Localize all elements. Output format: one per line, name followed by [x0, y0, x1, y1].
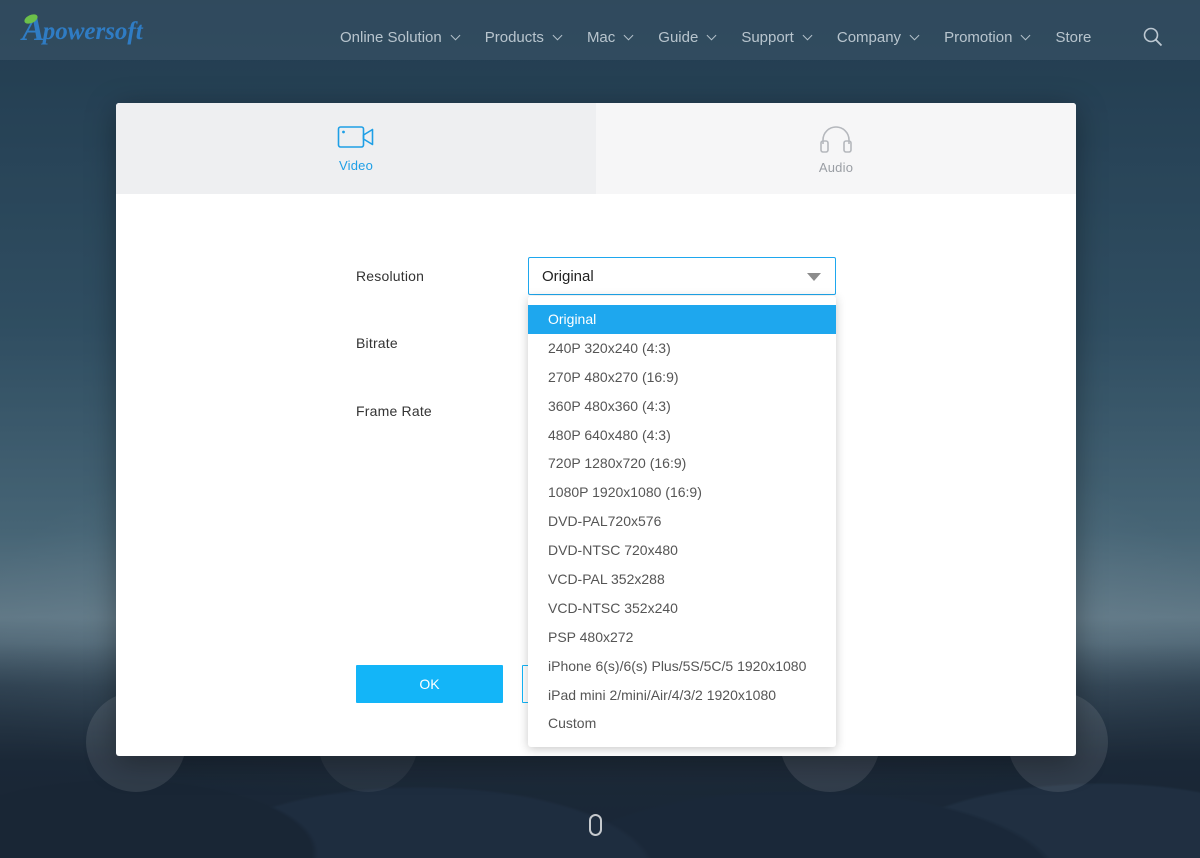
resolution-select[interactable]: Original [528, 257, 836, 295]
nav-item-label: Guide [658, 28, 699, 46]
apowersoft-logo[interactable]: A powersoft [22, 10, 143, 50]
nav-item-label: Promotion [944, 28, 1013, 46]
dropdown-option[interactable]: iPhone 6(s)/6(s) Plus/5S/5C/5 1920x1080 [528, 652, 836, 681]
tab-label: Video [338, 158, 373, 173]
nav-item-store[interactable]: Store [1055, 29, 1091, 46]
nav-item-guide[interactable]: Guide [658, 28, 717, 46]
nav-item-company[interactable]: Company [836, 28, 920, 46]
resolution-select-value: Original [542, 267, 594, 285]
chevron-down-icon [450, 30, 461, 40]
chevron-down-icon [909, 30, 920, 40]
logo-mark: A [22, 11, 45, 48]
nav-item-mac[interactable]: Mac [586, 28, 634, 46]
dropdown-option[interactable]: 270P 480x270 (16:9) [528, 363, 836, 392]
search-icon[interactable] [1143, 27, 1163, 47]
nav-item-label: Company [836, 28, 902, 46]
dropdown-option[interactable]: iPad mini 2/mini/Air/4/3/2 1920x1080 [528, 681, 836, 710]
dropdown-option[interactable]: Custom [528, 709, 836, 738]
tab-audio[interactable]: Audio [596, 103, 1076, 194]
bitrate-label: Bitrate [356, 335, 398, 351]
dropdown-option[interactable]: VCD-PAL 352x288 [528, 565, 836, 594]
chevron-down-icon [802, 30, 813, 40]
dropdown-option[interactable]: 720P 1280x720 (16:9) [528, 449, 836, 478]
chevron-down-icon [552, 30, 563, 40]
nav-item-support[interactable]: Support [741, 28, 813, 46]
nav-item-products[interactable]: Products [484, 28, 563, 46]
top-navigation-bar: A powersoft Online Solution Products Mac… [0, 0, 1200, 60]
nav-item-label: Products [484, 28, 544, 46]
nav-item-online-solution[interactable]: Online Solution [340, 28, 461, 46]
tab-label: Audio [818, 160, 854, 175]
logo-text: powersoft [42, 18, 143, 45]
tab-video[interactable]: Video [116, 103, 596, 194]
modal-tabs: Video Audio [116, 103, 1076, 194]
dropdown-option[interactable]: PSP 480x272 [528, 623, 836, 652]
dropdown-option[interactable]: Original [528, 305, 836, 334]
dropdown-option[interactable]: DVD-PAL720x576 [528, 507, 836, 536]
resolution-label: Resolution [356, 268, 425, 284]
dropdown-option[interactable]: 1080P 1920x1080 (16:9) [528, 478, 836, 507]
dropdown-option[interactable]: 480P 640x480 (4:3) [528, 421, 836, 450]
chevron-down-icon [623, 30, 634, 40]
dropdown-option[interactable]: DVD-NTSC 720x480 [528, 536, 836, 565]
nav-item-label: Support [741, 28, 794, 46]
nav-item-label: Store [1055, 28, 1092, 46]
nav-item-promotion[interactable]: Promotion [944, 28, 1031, 46]
caret-down-icon [807, 273, 821, 281]
video-camera-icon [337, 126, 374, 148]
ok-button[interactable]: OK [356, 665, 503, 703]
headphones-icon [820, 126, 852, 153]
resolution-dropdown-list: Original 240P 320x240 (4:3) 270P 480x270… [528, 296, 836, 747]
frame-rate-label: Frame Rate [356, 403, 432, 419]
chevron-down-icon [1020, 30, 1031, 40]
scroll-down-icon[interactable] [589, 814, 602, 836]
main-nav: Online Solution Products Mac Guide Suppo… [340, 0, 1117, 74]
chevron-down-icon [706, 30, 717, 40]
nav-item-label: Online Solution [340, 28, 442, 46]
dropdown-option[interactable]: VCD-NTSC 352x240 [528, 594, 836, 623]
dropdown-option[interactable]: 240P 320x240 (4:3) [528, 334, 836, 363]
nav-item-label: Mac [586, 28, 616, 46]
dropdown-option[interactable]: 360P 480x360 (4:3) [528, 392, 836, 421]
